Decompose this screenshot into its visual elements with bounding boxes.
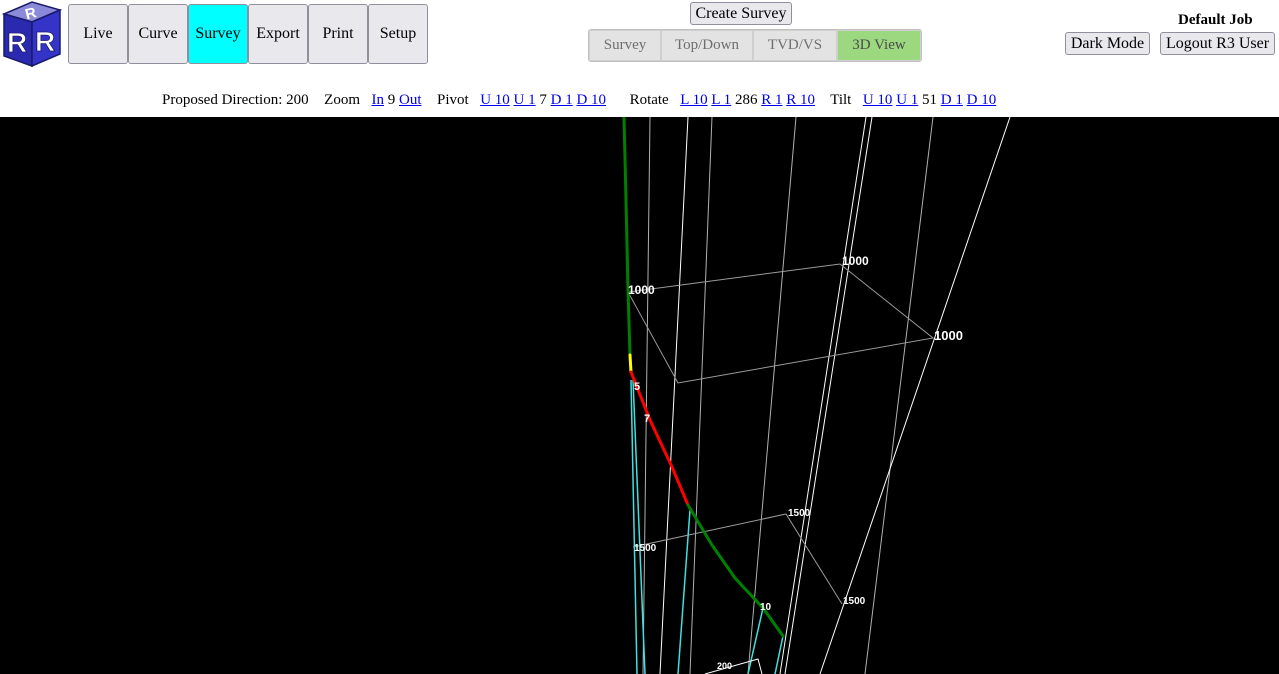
logout-button[interactable]: Logout R3 User	[1160, 32, 1275, 55]
station-label-10: 10	[760, 602, 772, 613]
nav-curve-button[interactable]: Curve	[128, 4, 188, 64]
grid-line	[819, 117, 1011, 674]
pivot-u10-link[interactable]: U 10	[480, 92, 510, 108]
grid-label-1000-left: 1000	[628, 283, 655, 297]
tilt-u10-link[interactable]: U 10	[863, 92, 893, 108]
vertical-section	[622, 117, 632, 357]
depth-box-1000	[627, 263, 935, 384]
projection-line	[630, 379, 638, 674]
projection-line	[677, 509, 691, 674]
rotate-l1-link[interactable]: L 1	[711, 92, 731, 108]
pivot-value: 7	[539, 92, 547, 108]
rotate-value: 286	[734, 92, 758, 108]
logo-letter-right: R	[35, 26, 55, 57]
projection-line	[774, 635, 784, 674]
bottom-grid-line	[704, 658, 763, 674]
well-path	[622, 117, 785, 638]
r3-logo: R R R	[0, 0, 64, 68]
3d-view-canvas[interactable]: 1000 1000 1000 5 7 1500 1500 1500 10 200	[0, 117, 1279, 674]
view-tabs: Survey Top/Down TVD/VS 3D View	[588, 29, 922, 62]
zoom-label: Zoom	[324, 92, 360, 108]
station-label-7: 7	[644, 413, 650, 425]
job-title: Default Job	[1178, 12, 1253, 28]
depth-plane-1000	[627, 263, 935, 384]
direction-value: 200	[286, 92, 309, 108]
grid-line	[864, 117, 934, 674]
nav-export-button[interactable]: Export	[248, 4, 308, 64]
station-label-5: 5	[634, 381, 640, 393]
tab-survey[interactable]: Survey	[589, 30, 661, 61]
grid-lines	[642, 117, 1011, 674]
direction-label: Proposed Direction:	[162, 92, 283, 108]
grid-label-1000-mid: 1000	[842, 254, 869, 268]
nav-print-button[interactable]: Print	[308, 4, 368, 64]
grid-label-1500-mid: 1500	[788, 508, 811, 519]
logo-letter-left: R	[7, 27, 27, 58]
nav-setup-button[interactable]: Setup	[368, 4, 428, 64]
grid-line	[784, 117, 873, 674]
tab-top-down[interactable]: Top/Down	[661, 30, 753, 61]
tilt-label: Tilt	[830, 92, 852, 108]
pivot-label: Pivot	[437, 92, 469, 108]
grid-line	[779, 117, 867, 674]
bottom-grid	[704, 658, 763, 674]
pivot-d10-link[interactable]: D 10	[576, 92, 606, 108]
zoom-out-link[interactable]: Out	[399, 92, 422, 108]
rotate-r10-link[interactable]: R 10	[786, 92, 815, 108]
grid-label-1000-right: 1000	[934, 328, 963, 343]
kickoff-section	[628, 353, 633, 374]
tab-tvd-vs[interactable]: TVD/VS	[753, 30, 837, 61]
tilt-d1-link[interactable]: D 1	[941, 92, 963, 108]
tab-3d-view[interactable]: 3D View	[837, 30, 921, 61]
pivot-u1-link[interactable]: U 1	[514, 92, 536, 108]
zoom-in-link[interactable]: In	[372, 92, 385, 108]
rotate-label: Rotate	[629, 92, 669, 108]
tilt-d10-link[interactable]: D 10	[967, 92, 997, 108]
dark-mode-button[interactable]: Dark Mode	[1065, 32, 1150, 55]
projection-line	[747, 607, 764, 674]
nav-survey-button[interactable]: Survey	[188, 4, 248, 64]
pivot-d1-link[interactable]: D 1	[551, 92, 573, 108]
tilt-u1-link[interactable]: U 1	[896, 92, 918, 108]
create-survey-button[interactable]: Create Survey	[690, 2, 792, 25]
nav-live-button[interactable]: Live	[68, 4, 128, 64]
grid-line	[689, 117, 713, 674]
view-controls: Proposed Direction: 200 Zoom In 9 Out Pi…	[162, 92, 996, 109]
rotate-l10-link[interactable]: L 10	[680, 92, 707, 108]
grid-label-1500-left: 1500	[634, 543, 657, 554]
rotate-r1-link[interactable]: R 1	[761, 92, 782, 108]
grid-line	[747, 117, 797, 674]
tilt-value: 51	[922, 92, 938, 108]
grid-label-1500-right: 1500	[843, 596, 866, 607]
grid-line	[642, 117, 651, 674]
zoom-value: 9	[387, 92, 396, 108]
